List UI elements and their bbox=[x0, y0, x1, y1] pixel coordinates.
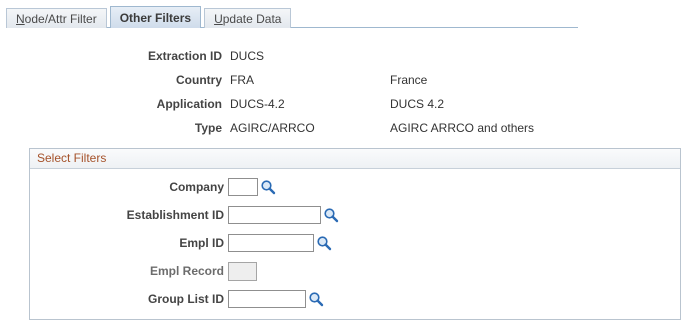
extraction-id-row: Extraction ID DUCS bbox=[0, 48, 691, 64]
group-list-id-lookup-icon[interactable] bbox=[308, 291, 324, 307]
application-label: Application bbox=[156, 97, 222, 111]
tab-access-key: N bbox=[16, 12, 25, 26]
company-lookup-icon[interactable] bbox=[260, 179, 276, 195]
tab-label: Other Filters bbox=[119, 11, 192, 25]
establishment-id-lookup-icon[interactable] bbox=[323, 207, 339, 223]
select-filters-group: Select Filters Company Establishment ID … bbox=[29, 148, 681, 320]
establishment-id-label: Establishment ID bbox=[126, 208, 224, 222]
type-value: AGIRC/ARRCO bbox=[230, 121, 315, 135]
empl-id-label: Empl ID bbox=[179, 236, 224, 250]
empl-record-label: Empl Record bbox=[149, 264, 224, 278]
tab-other-filters[interactable]: Other Filters bbox=[109, 6, 202, 28]
tab-strip: Node/Attr Filter Other Filters Update Da… bbox=[6, 6, 294, 28]
type-row: Type AGIRC/ARRCO AGIRC ARRCO and others bbox=[0, 120, 691, 136]
empl-record-input bbox=[228, 262, 257, 281]
empl-id-input[interactable] bbox=[228, 234, 314, 252]
country-description: France bbox=[390, 73, 428, 87]
application-description: DUCS 4.2 bbox=[390, 97, 445, 111]
establishment-id-input[interactable] bbox=[228, 206, 321, 224]
tab-label-rest: ode/Attr Filter bbox=[24, 12, 97, 26]
tab-update-data[interactable]: Update Data bbox=[204, 8, 292, 28]
extraction-id-label: Extraction ID bbox=[147, 49, 222, 63]
company-label: Company bbox=[169, 180, 224, 194]
tab-node-attr-filter[interactable]: Node/Attr Filter bbox=[6, 8, 107, 28]
type-label: Type bbox=[194, 121, 222, 135]
empl-id-lookup-icon[interactable] bbox=[316, 235, 332, 251]
extraction-id-value: DUCS bbox=[230, 49, 265, 63]
country-row: Country FRA France bbox=[0, 72, 691, 88]
select-filters-title: Select Filters bbox=[30, 149, 680, 169]
company-input[interactable] bbox=[228, 178, 258, 196]
tab-label-rest: pdate Data bbox=[222, 12, 282, 26]
country-label: Country bbox=[176, 73, 222, 87]
application-value: DUCS-4.2 bbox=[230, 97, 285, 111]
type-description: AGIRC ARRCO and others bbox=[390, 121, 535, 135]
country-value: FRA bbox=[230, 73, 254, 87]
group-list-id-label: Group List ID bbox=[148, 292, 224, 306]
tab-access-key: U bbox=[214, 12, 223, 26]
group-list-id-input[interactable] bbox=[228, 290, 306, 308]
application-row: Application DUCS-4.2 DUCS 4.2 bbox=[0, 96, 691, 112]
